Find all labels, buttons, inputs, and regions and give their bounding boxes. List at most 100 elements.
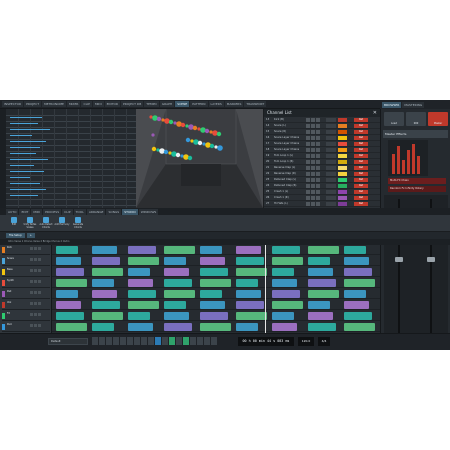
channel-color-swatch[interactable] [338, 160, 347, 164]
track-solo-button[interactable] [34, 313, 37, 316]
punch-button[interactable] [155, 337, 161, 345]
audio-clip[interactable] [56, 323, 87, 331]
track-solo-button[interactable] [34, 247, 37, 250]
click-button[interactable] [162, 337, 168, 345]
audio-clip[interactable] [272, 301, 303, 309]
ribbon-tab-midi[interactable]: MIDI [31, 208, 43, 215]
metronome-button[interactable] [148, 337, 154, 345]
audio-clip[interactable] [236, 268, 267, 276]
tab-mastering[interactable]: MASTERING [402, 101, 425, 108]
channel-color-swatch[interactable] [338, 202, 347, 206]
ribbon-tab-auto[interactable]: AUTO [6, 208, 19, 215]
track-lane[interactable] [52, 267, 380, 277]
channel-color-swatch[interactable] [338, 190, 347, 194]
channel-return-button[interactable]: Ret [354, 184, 368, 188]
channel-toggle-button[interactable] [311, 148, 315, 152]
ribbon-tab-process[interactable]: PROCESS [43, 208, 62, 215]
plugin-slot-1[interactable]: Multi-FX Chain [388, 178, 446, 184]
channel-return-button[interactable]: Ret [354, 142, 368, 146]
channel-return-button[interactable]: Ret [354, 160, 368, 164]
track-mute-button[interactable] [30, 280, 33, 283]
track-lane[interactable] [52, 300, 380, 310]
channel-toggle-button[interactable] [311, 202, 315, 206]
audio-clip[interactable] [272, 323, 297, 331]
fader-knob-left[interactable] [395, 257, 403, 262]
audio-clip[interactable] [200, 323, 231, 331]
track-rec-button[interactable] [38, 280, 41, 283]
channel-color-swatch[interactable] [338, 154, 347, 158]
channel-toggle-button[interactable] [306, 124, 310, 128]
audio-clip[interactable] [128, 268, 150, 276]
grid-button[interactable] [190, 337, 196, 345]
stop-button[interactable] [106, 337, 112, 345]
audio-clip[interactable] [236, 301, 264, 309]
track-mute-button[interactable] [30, 269, 33, 272]
track-mute-button[interactable] [30, 302, 33, 305]
audio-clip[interactable] [236, 312, 267, 320]
audio-clip[interactable] [236, 323, 258, 331]
audio-clip[interactable] [128, 257, 159, 265]
audio-clip[interactable] [236, 246, 261, 254]
channel-return-button[interactable]: Ret [354, 130, 368, 134]
ribbon-tab-clip[interactable]: CLIP [62, 208, 73, 215]
track-header[interactable]: Pad [2, 289, 50, 299]
channel-toggle-button[interactable] [316, 118, 320, 122]
audio-clip[interactable] [272, 257, 303, 265]
track-header[interactable]: Kick [2, 245, 50, 255]
panel-button-load[interactable]: Load [384, 112, 404, 126]
track-solo-button[interactable] [34, 280, 37, 283]
tab-pattern[interactable]: PATTERN [190, 101, 208, 107]
audio-clip[interactable] [92, 290, 117, 298]
channel-toggle-button[interactable] [311, 184, 315, 188]
audio-clip[interactable] [200, 246, 222, 254]
track-mute-button[interactable] [30, 313, 33, 316]
audio-clip[interactable] [344, 301, 369, 309]
ribbon-button-auto-detect-chords[interactable]: Auto Detect Chords [39, 217, 53, 229]
tab-mixer[interactable]: MIXER [66, 101, 81, 107]
channel-return-button[interactable]: Ret [354, 190, 368, 194]
redo-button[interactable] [211, 337, 217, 345]
audio-clip[interactable] [236, 290, 261, 298]
channel-return-button[interactable]: Ret [354, 118, 368, 122]
channel-return-button[interactable]: Ret [354, 148, 368, 152]
channel-toggle-button[interactable] [316, 178, 320, 182]
audio-clip[interactable] [344, 290, 366, 298]
audio-clip[interactable] [164, 279, 192, 287]
track-lane[interactable] [52, 289, 380, 299]
tab-scene[interactable]: SCENE [175, 101, 190, 107]
channel-toggle-button[interactable] [306, 154, 310, 158]
channel-return-button[interactable]: Ret [354, 172, 368, 176]
audio-clip[interactable] [92, 323, 114, 331]
audio-clip[interactable] [272, 312, 294, 320]
channel-toggle-button[interactable] [316, 184, 320, 188]
track-lane[interactable] [52, 256, 380, 266]
track-header[interactable]: Bass [2, 267, 50, 277]
audio-clip[interactable] [308, 301, 330, 309]
audio-clip[interactable] [272, 290, 300, 298]
channel-toggle-button[interactable] [306, 196, 310, 200]
track-header[interactable]: Vox [2, 300, 50, 310]
channel-toggle-button[interactable] [311, 154, 315, 158]
channel-color-swatch[interactable] [338, 178, 347, 182]
audio-clip[interactable] [236, 257, 264, 265]
channel-color-swatch[interactable] [338, 166, 347, 170]
panel-button-master[interactable]: Master [428, 112, 448, 126]
track-lane[interactable] [52, 278, 380, 288]
channel-return-button[interactable]: Ret [354, 202, 368, 206]
audio-clip[interactable] [308, 323, 336, 331]
ribbon-tab-arrange[interactable]: ARRANGE [86, 208, 106, 215]
channel-toggle-button[interactable] [311, 166, 315, 170]
channel-toggle-button[interactable] [316, 130, 320, 134]
audio-clip[interactable] [92, 301, 120, 309]
channel-toggle-button[interactable] [306, 130, 310, 134]
audio-clip[interactable] [92, 268, 123, 276]
channel-toggle-button[interactable] [311, 130, 315, 134]
track-header[interactable]: Perc [2, 322, 50, 332]
end-button[interactable] [141, 337, 147, 345]
track-header[interactable]: Snare [2, 256, 50, 266]
track-lane[interactable] [52, 322, 380, 332]
audio-clip[interactable] [164, 301, 186, 309]
audio-clip[interactable] [164, 312, 189, 320]
audio-clip[interactable] [200, 257, 225, 265]
audio-clip[interactable] [344, 268, 372, 276]
